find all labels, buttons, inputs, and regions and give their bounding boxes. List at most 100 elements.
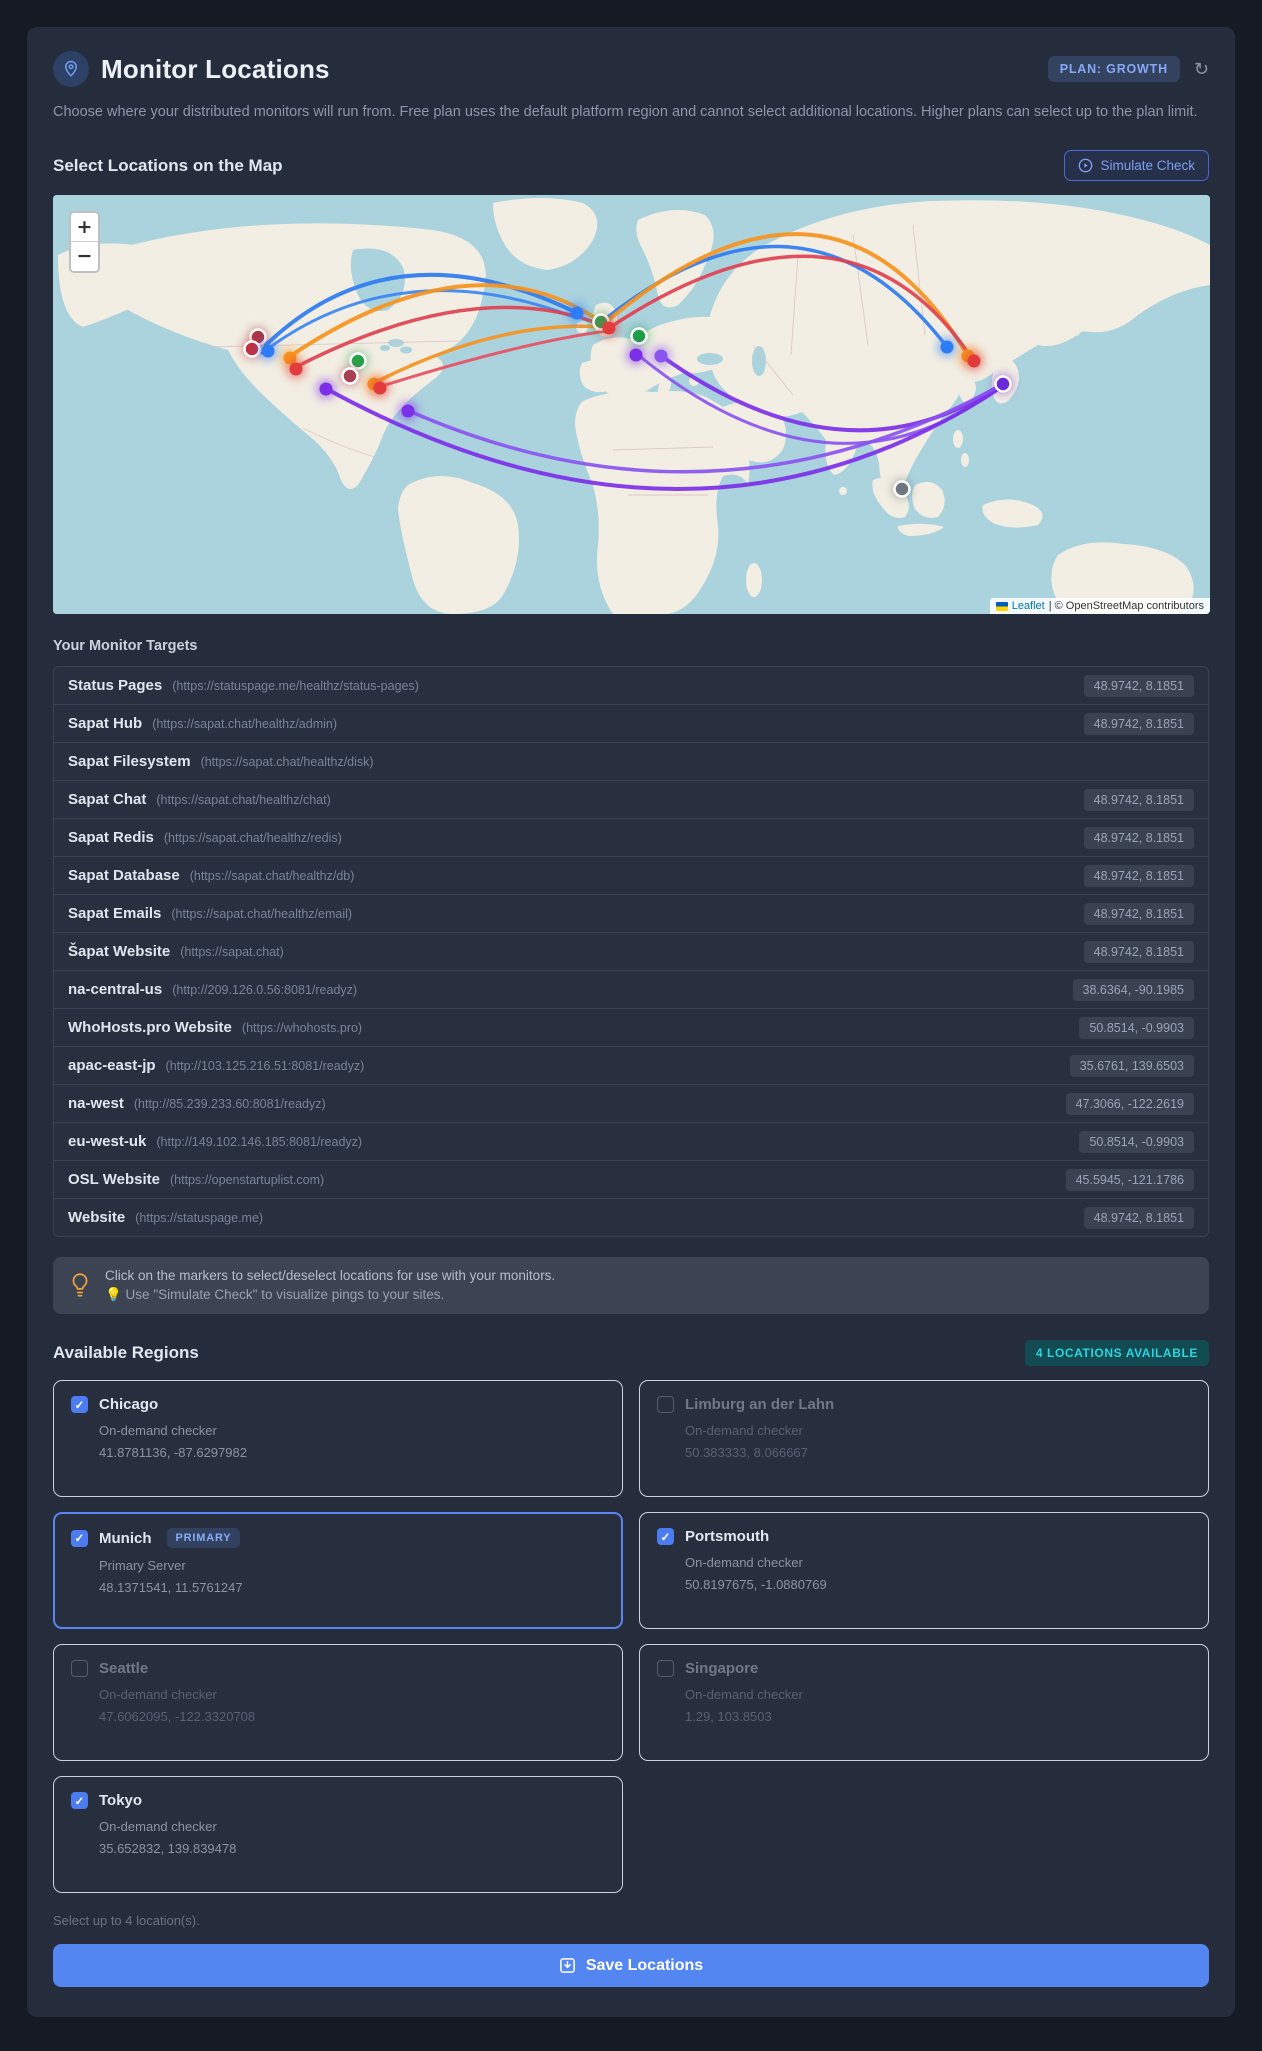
target-row: Sapat Database (https://sapat.chat/health… [53,856,1209,896]
region-coords: 1.29, 103.8503 [685,1709,772,1725]
map-marker[interactable] [398,401,418,422]
target-row: Sapat Redis (https://sapat.chat/healthz/r… [53,818,1209,858]
target-name: Sapat Database [68,867,180,885]
region-type: On-demand checker [99,1687,217,1703]
region-card-singapore[interactable]: Singapore On-demand checker 1.29, 103.8503 [639,1644,1209,1762]
target-coords-badge: 48.9742, 8.1851 [1083,940,1194,963]
region-card-portsmouth[interactable]: ✓ Portsmouth On-demand checker 50.8197675, … [639,1512,1209,1630]
world-map[interactable]: + − Leaflet | © OpenStreetMap contributo… [53,195,1210,615]
region-card-tokyo[interactable]: ✓ Tokyo On-demand checker 35.652832, 139.83… [53,1776,623,1894]
region-card-seattle[interactable]: Seattle On-demand checker 47.6062095, -122… [53,1644,623,1762]
checkbox-chicago[interactable]: ✓ [71,1396,88,1414]
plan-badge: PLAN: GROWTH [1047,56,1180,82]
region-card-chicago[interactable]: ✓ Chicago On-demand checker 41.8781136, -87… [53,1380,623,1498]
map-zoom-control: + − [69,211,100,274]
target-coords-badge: 48.9742, 8.1851 [1083,712,1194,735]
target-row: Sapat Filesystem (https://sapat.chat/heal… [53,742,1209,782]
map-marker[interactable] [286,359,306,380]
region-type: On-demand checker [99,1423,217,1439]
targets-heading: Your Monitor Targets [53,638,198,655]
target-name: OSL Website [68,1171,160,1189]
save-icon [559,1958,575,1974]
map-marker[interactable] [993,374,1013,395]
checkbox-portsmouth[interactable]: ✓ [657,1528,674,1546]
target-url: (http://209.126.0.56:8081/readyz) [172,983,358,998]
target-name: na-west [68,1095,124,1113]
tip-box: Click on the markers to select/deselect … [53,1257,1209,1315]
target-url: (http://149.102.146.185:8081/readyz) [156,1135,363,1150]
map-marker[interactable] [937,337,957,358]
locations-available-badge: 4 LOCATIONS AVAILABLE [1024,1340,1209,1367]
region-name: Limburg an der Lahn [685,1396,835,1414]
world-map-svg [53,195,1210,615]
target-url: (https://sapat.chat/healthz/admin) [152,717,338,732]
region-card-munich[interactable]: ✓ Munich PRIMARY Primary Server 48.1371541, … [53,1512,623,1630]
target-row: Sapat Chat (https://sapat.chat/healthz/ch… [53,780,1209,820]
map-attribution: Leaflet | © OpenStreetMap contributors [989,598,1210,615]
map-marker[interactable] [626,345,646,366]
region-name: Portsmouth [685,1528,770,1546]
target-url: (http://85.239.233.60:8081/readyz) [133,1097,326,1112]
map-marker[interactable] [370,378,390,399]
checkbox-munich[interactable]: ✓ [71,1529,88,1547]
map-marker[interactable] [567,303,587,324]
region-coords: 41.8781136, -87.6297982 [99,1445,247,1461]
target-row: Status Pages (https://statuspage.me/healt… [53,666,1209,706]
target-coords-badge: 48.9742, 8.1851 [1083,1206,1194,1229]
map-marker[interactable] [964,351,984,372]
target-coords-badge: 35.6761, 139.6503 [1069,1054,1194,1077]
region-coords: 35.652832, 139.839478 [99,1841,237,1857]
osm-attribution-text: | © OpenStreetMap contributors [1048,600,1204,613]
target-row: WhoHosts.pro Website (https://whohosts.pr… [53,1008,1209,1048]
checkbox-seattle[interactable] [71,1660,88,1678]
region-type: Primary Server [99,1558,186,1574]
target-name: eu-west-uk [68,1133,147,1151]
target-coords-badge: 48.9742, 8.1851 [1083,788,1194,811]
map-marker[interactable] [340,366,360,387]
map-marker[interactable] [258,341,278,362]
map-zoom-out-button[interactable]: − [71,242,98,272]
play-circle-icon [1079,158,1093,173]
target-coords-badge: 50.8514, -0.9903 [1079,1130,1194,1153]
save-locations-button[interactable]: Save Locations [53,1944,1209,1988]
target-url: (https://openstartuplist.com) [169,1173,325,1188]
tip-line-2: 💡 Use "Simulate Check" to visualize ping… [105,1287,445,1303]
target-name: Website [68,1209,126,1227]
target-url: (https://sapat.chat/healthz/disk) [200,755,374,770]
ukraine-flag-icon [995,601,1008,611]
map-marker[interactable] [892,479,912,500]
target-row: na-west (http://85.239.233.60:8081/readyz… [53,1084,1209,1124]
target-name: na-central-us [68,981,163,999]
target-coords-badge: 48.9742, 8.1851 [1083,674,1194,697]
page: Monitor Locations PLAN: GROWTH ↻ Choose … [0,0,1262,2044]
leaflet-link[interactable]: Leaflet [1012,600,1045,612]
region-coords: 48.1371541, 11.5761247 [99,1580,243,1596]
simulate-check-button[interactable]: Simulate Check [1064,150,1209,182]
map-marker[interactable] [316,379,336,400]
map-zoom-in-button[interactable]: + [71,213,98,243]
map-marker[interactable] [651,346,671,367]
page-description: Choose where your distributed monitors w… [53,104,1198,120]
map-marker[interactable] [599,318,619,339]
target-name: Sapat Filesystem [68,753,191,771]
lightbulb-icon [72,1272,88,1297]
refresh-icon[interactable]: ↻ [1194,59,1209,80]
checkbox-limburg-an-der-lahn[interactable] [657,1396,674,1414]
checkbox-tokyo[interactable]: ✓ [71,1792,88,1810]
region-coords: 50.383333, 8.066667 [685,1445,808,1461]
target-row: na-central-us (http://209.126.0.56:8081/r… [53,970,1209,1010]
target-coords-badge: 47.3066, -122.2619 [1065,1092,1194,1115]
target-coords-badge: 45.5945, -121.1786 [1065,1168,1194,1191]
target-row: Šapat Website (https://sapat.chat) 48.9742… [53,932,1209,972]
regions-heading: Available Regions [53,1343,199,1363]
region-grid: ✓ Chicago On-demand checker 41.8781136, -87… [53,1380,1209,1894]
region-name: Singapore [685,1660,759,1678]
map-marker[interactable] [629,326,649,347]
region-card-limburg-an-der-lahn[interactable]: Limburg an der Lahn On-demand checker 50.3… [639,1380,1209,1498]
region-coords: 50.8197675, -1.0880769 [685,1577,827,1593]
checkbox-singapore[interactable] [657,1660,674,1678]
target-name: apac-east-jp [68,1057,156,1075]
monitor-targets-list: Status Pages (https://statuspage.me/healt… [53,666,1209,1238]
target-coords-badge: 50.8514, -0.9903 [1079,1016,1194,1039]
target-row: Sapat Hub (https://sapat.chat/healthz/adm… [53,704,1209,744]
